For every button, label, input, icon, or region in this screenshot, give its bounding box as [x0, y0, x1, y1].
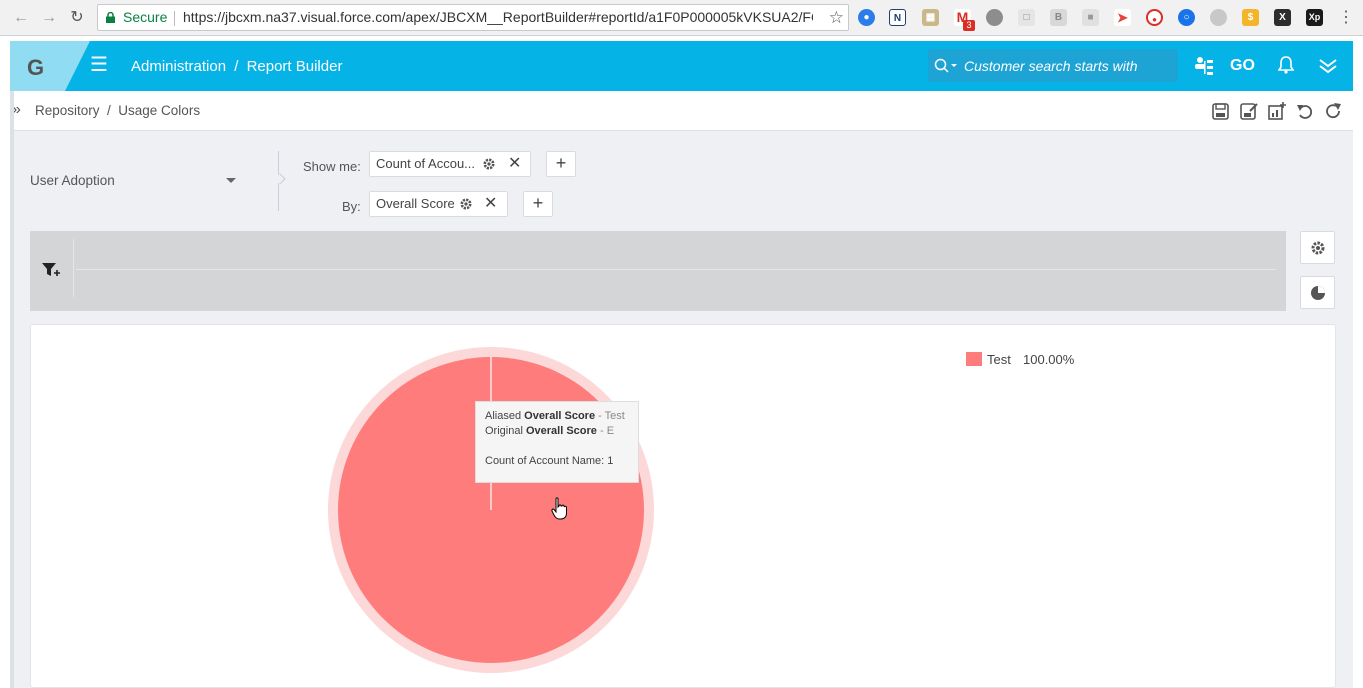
- chevron-double-down-icon[interactable]: [1318, 58, 1338, 74]
- go-button[interactable]: GO: [1230, 53, 1255, 79]
- notification-bell-icon[interactable]: [1278, 56, 1294, 74]
- chart-panel: Test 100.00% Aliased Overall Score - Tes…: [30, 324, 1336, 688]
- chart-tooltip: Aliased Overall Score - Test Original Ov…: [475, 401, 639, 483]
- show-me-field-label: Count of Accou...: [376, 156, 476, 171]
- extension-record-icon[interactable]: ●: [1146, 9, 1163, 26]
- builder-divider-notch: [274, 173, 286, 185]
- hand-cursor-icon: [551, 497, 567, 520]
- tooltip-aliased-line: Aliased Overall Score - Test: [485, 409, 629, 424]
- extension-arrow-icon[interactable]: ➤: [1114, 9, 1131, 26]
- address-bar[interactable]: Secure https://jbcxm.na37.visual.force.c…: [97, 4, 849, 31]
- gainsight-logo[interactable]: G: [10, 41, 100, 91]
- chart-type-button[interactable]: [1300, 276, 1335, 309]
- refresh-icon[interactable]: [1323, 101, 1343, 121]
- lock-icon: [106, 12, 115, 23]
- report-breadcrumb[interactable]: Repository / Usage Colors: [35, 103, 200, 118]
- extension-n-icon[interactable]: N: [889, 9, 906, 26]
- filter-bar[interactable]: [30, 231, 1286, 311]
- extension-b-icon[interactable]: B: [1050, 9, 1067, 26]
- extension-balloon-icon[interactable]: [986, 9, 1003, 26]
- search-icon: [934, 58, 957, 73]
- url-text[interactable]: https://jbcxm.na37.visual.force.com/apex…: [183, 5, 813, 30]
- browser-toolbar: ← → ↻ Secure https://jbcxm.na37.visual.f…: [0, 0, 1363, 36]
- reload-icon[interactable]: ↻: [68, 9, 86, 27]
- add-to-dashboard-icon[interactable]: [1267, 101, 1287, 121]
- add-show-me-button[interactable]: +: [546, 151, 576, 177]
- app-header: G ☰ Administration / Report Builder Cust…: [10, 41, 1353, 91]
- gear-icon[interactable]: [459, 197, 473, 211]
- remove-by-icon[interactable]: ✕: [484, 192, 497, 216]
- report-toolbar: » Repository / Usage Colors: [10, 91, 1353, 131]
- data-source-select[interactable]: User Adoption: [30, 173, 115, 188]
- search-placeholder: Customer search starts with: [964, 58, 1138, 74]
- svg-text:G: G: [27, 55, 44, 80]
- legend-label[interactable]: Test: [987, 352, 1011, 367]
- add-filter-icon[interactable]: [42, 262, 62, 278]
- extension-lock-icon[interactable]: ■: [1082, 9, 1099, 26]
- tooltip-original-line: Original Overall Score - E: [485, 424, 629, 439]
- extension-x-icon[interactable]: X: [1274, 9, 1291, 26]
- save-as-icon[interactable]: [1239, 101, 1259, 121]
- show-me-field-chip[interactable]: Count of Accou... ✕: [369, 151, 531, 177]
- forward-icon[interactable]: →: [40, 9, 58, 27]
- gear-icon[interactable]: [482, 157, 496, 171]
- bookmark-star-icon[interactable]: ☆: [829, 5, 844, 30]
- tooltip-aliased-field: Overall Score: [524, 410, 596, 422]
- extension-grey-circle-icon[interactable]: [1210, 9, 1227, 26]
- filter-divider-vertical: [73, 239, 74, 297]
- extension-xp-icon[interactable]: Xp: [1306, 9, 1323, 26]
- extension-chrome-remote-icon[interactable]: ●: [858, 9, 875, 26]
- by-field-label: Overall Score: [376, 196, 455, 211]
- secure-label: Secure: [123, 9, 168, 25]
- header-breadcrumb-page: Report Builder: [246, 58, 343, 75]
- pie-chart: [328, 347, 654, 673]
- legend-swatch[interactable]: [966, 352, 982, 366]
- extension-s3-icon[interactable]: $: [1242, 9, 1259, 26]
- back-icon[interactable]: ←: [12, 9, 30, 27]
- save-icon[interactable]: [1211, 101, 1231, 121]
- tooltip-aliased-value: - Test: [598, 410, 625, 422]
- header-breadcrumb: Administration / Report Builder: [131, 58, 342, 75]
- by-label: By:: [342, 199, 361, 214]
- report-builder-canvas: User Adoption Show me: Count of Accou...…: [14, 131, 1353, 688]
- remove-show-me-icon[interactable]: ✕: [508, 152, 521, 176]
- filter-divider-horizontal: [76, 269, 1276, 270]
- hierarchy-icon[interactable]: [1193, 55, 1215, 77]
- extension-circle-icon[interactable]: ○: [1178, 9, 1195, 26]
- tooltip-original-field: Overall Score: [525, 425, 597, 437]
- legend-percent: 100.00%: [1023, 352, 1075, 367]
- add-by-button[interactable]: +: [523, 191, 553, 217]
- pie-chart-icon: [1311, 286, 1325, 300]
- tooltip-aliased-prefix: Aliased: [485, 410, 522, 422]
- extension-notes-icon[interactable]: ▦: [922, 9, 939, 26]
- header-breadcrumb-separator: /: [234, 58, 239, 75]
- chrome-menu-icon[interactable]: ⋮: [1337, 9, 1355, 27]
- tooltip-original-prefix: Original: [485, 425, 523, 437]
- header-breadcrumb-section[interactable]: Administration: [131, 58, 226, 75]
- extension-page-icon[interactable]: □: [1018, 9, 1035, 26]
- caret-down-icon[interactable]: [226, 178, 236, 183]
- show-me-label: Show me:: [303, 159, 361, 174]
- undo-icon[interactable]: [1295, 101, 1315, 121]
- gear-icon: [1311, 241, 1325, 255]
- gmail-badge: 3: [963, 20, 975, 31]
- customer-search-input[interactable]: Customer search starts with: [928, 49, 1178, 82]
- by-field-chip[interactable]: Overall Score ✕: [369, 191, 508, 217]
- tooltip-metric: Count of Account Name: 1: [485, 455, 614, 467]
- hamburger-menu-icon[interactable]: ☰: [90, 55, 108, 75]
- tooltip-original-value: - E: [599, 425, 615, 437]
- omnibox-separator: [174, 11, 175, 26]
- chart-settings-button[interactable]: [1300, 231, 1335, 264]
